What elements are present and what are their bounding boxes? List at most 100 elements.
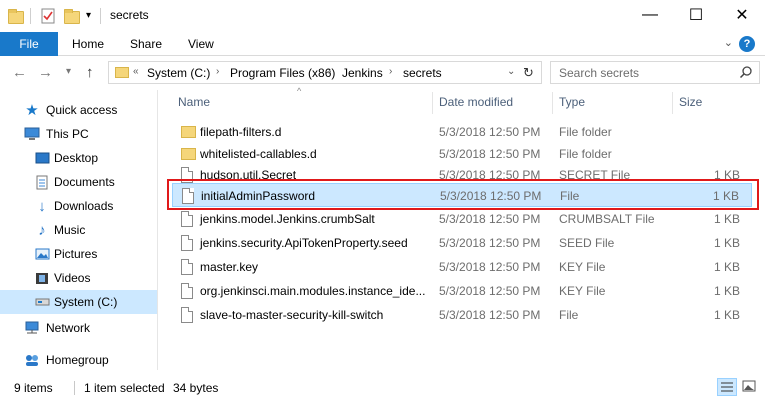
column-header-name[interactable]: Name bbox=[178, 95, 210, 109]
sidebar-item-label: Quick access bbox=[46, 103, 118, 117]
file-type: SEED File bbox=[559, 236, 615, 250]
tab-view[interactable]: View bbox=[188, 37, 214, 51]
file-row-api-token-seed[interactable]: jenkins.security.ApiTokenProperty.seed 5… bbox=[172, 231, 752, 255]
ribbon: File Home Share View ⌄ ? bbox=[0, 32, 765, 56]
address-bar[interactable]: « System (C:) › Program Files (x86) › Je… bbox=[108, 61, 542, 84]
documents-icon bbox=[34, 174, 50, 190]
refresh-icon[interactable]: ↻ bbox=[523, 65, 534, 81]
file-size: 1 KB bbox=[713, 260, 740, 274]
sidebar-item-label: System (C:) bbox=[54, 295, 118, 309]
sidebar-item-downloads[interactable]: ↓ Downloads bbox=[0, 194, 158, 218]
desktop-icon bbox=[34, 150, 50, 166]
tab-file[interactable]: File bbox=[0, 32, 58, 56]
status-item-count: 9 items bbox=[14, 381, 53, 395]
file-row-filepath-filters[interactable]: filepath-filters.d 5/3/2018 12:50 PM Fil… bbox=[172, 120, 752, 144]
up-arrow-icon[interactable]: ↑ bbox=[86, 64, 94, 81]
forward-arrow-icon[interactable]: → bbox=[38, 64, 53, 81]
sidebar-item-desktop[interactable]: Desktop bbox=[0, 146, 158, 170]
folder-icon bbox=[115, 67, 129, 78]
file-name: jenkins.model.Jenkins.crumbSalt bbox=[200, 212, 375, 226]
help-icon[interactable]: ? bbox=[739, 36, 755, 52]
homegroup-icon bbox=[24, 352, 40, 368]
sidebar-item-pictures[interactable]: Pictures bbox=[0, 242, 158, 266]
properties-icon[interactable] bbox=[40, 8, 56, 24]
window-title: secrets bbox=[110, 8, 149, 22]
search-icon[interactable] bbox=[739, 65, 753, 79]
back-arrow-icon[interactable]: ← bbox=[12, 64, 27, 81]
toolbar-divider bbox=[100, 8, 101, 24]
file-row-crumb-salt[interactable]: jenkins.model.Jenkins.crumbSalt 5/3/2018… bbox=[172, 207, 752, 231]
navigation-bar: ← → ▾ ↑ « System (C:) › Program Files (x… bbox=[0, 56, 765, 90]
column-header-type[interactable]: Type bbox=[559, 95, 585, 109]
file-size: 1 KB bbox=[713, 236, 740, 250]
tab-share[interactable]: Share bbox=[130, 37, 162, 51]
sidebar-item-network[interactable]: Network bbox=[0, 316, 158, 340]
new-folder-icon[interactable] bbox=[64, 8, 80, 24]
file-name: org.jenkinsci.main.modules.instance_ide.… bbox=[200, 284, 426, 298]
music-icon: ♪ bbox=[38, 221, 46, 239]
breadcrumb-secrets[interactable]: secrets bbox=[403, 66, 442, 80]
file-type: File folder bbox=[559, 125, 612, 139]
file-date: 5/3/2018 12:50 PM bbox=[439, 236, 541, 250]
breadcrumb-jenkins[interactable]: Jenkins bbox=[342, 66, 383, 80]
maximize-button[interactable]: ☐ bbox=[673, 0, 719, 30]
sidebar-item-music[interactable]: ♪ Music bbox=[0, 218, 158, 242]
file-date: 5/3/2018 12:50 PM bbox=[439, 147, 541, 161]
status-bar: 9 items 1 item selected 34 bytes bbox=[0, 372, 765, 403]
sidebar-item-label: Pictures bbox=[54, 247, 98, 261]
file-row-kill-switch[interactable]: slave-to-master-security-kill-switch 5/3… bbox=[172, 303, 752, 327]
file-size: 1 KB bbox=[713, 308, 740, 322]
sidebar-item-documents[interactable]: Documents bbox=[0, 170, 158, 194]
column-header-date[interactable]: Date modified bbox=[439, 95, 513, 109]
expand-ribbon-icon[interactable]: ⌄ bbox=[724, 36, 733, 49]
drive-icon bbox=[34, 294, 50, 310]
file-name: jenkins.security.ApiTokenProperty.seed bbox=[200, 236, 408, 250]
sidebar-item-homegroup[interactable]: Homegroup bbox=[0, 348, 158, 372]
status-divider bbox=[74, 381, 75, 395]
close-button[interactable]: ✕ bbox=[719, 0, 765, 30]
sidebar-item-label: This PC bbox=[46, 127, 89, 141]
file-name: master.key bbox=[200, 260, 259, 274]
breadcrumb-separator: › bbox=[389, 66, 393, 77]
sidebar-item-label: Documents bbox=[54, 175, 115, 189]
network-icon bbox=[24, 320, 40, 336]
status-selection: 1 item selected bbox=[84, 381, 165, 395]
sidebar-item-quick-access[interactable]: ★ Quick access bbox=[0, 98, 158, 122]
file-name: filepath-filters.d bbox=[200, 125, 282, 139]
computer-icon bbox=[24, 126, 40, 142]
folder-icon bbox=[181, 146, 196, 162]
large-icons-view-button[interactable] bbox=[740, 378, 760, 396]
file-row-master-key[interactable]: master.key 5/3/2018 12:50 PM KEY File 1 … bbox=[172, 255, 752, 279]
file-type: KEY File bbox=[559, 260, 606, 274]
file-type: File bbox=[559, 308, 579, 322]
breadcrumb-overflow[interactable]: « bbox=[133, 66, 139, 77]
file-date: 5/3/2018 12:50 PM bbox=[439, 284, 541, 298]
tab-home[interactable]: Home bbox=[72, 37, 104, 51]
file-list: ^ Name Date modified Type Size filepath-… bbox=[158, 86, 765, 372]
pictures-icon bbox=[34, 246, 50, 262]
file-type: CRUMBSALT File bbox=[559, 212, 655, 226]
breadcrumb-system-c[interactable]: System (C:) bbox=[147, 66, 210, 80]
file-size: 1 KB bbox=[713, 284, 740, 298]
address-history-icon[interactable]: ⌄ bbox=[507, 66, 515, 77]
videos-icon bbox=[34, 270, 50, 286]
folder-icon bbox=[181, 124, 196, 140]
sidebar-item-system-c[interactable]: System (C:) bbox=[0, 290, 158, 314]
breadcrumb-program-files[interactable]: Program Files (x86) bbox=[230, 66, 335, 80]
column-divider[interactable] bbox=[432, 92, 433, 114]
minimize-button[interactable]: — bbox=[627, 0, 673, 30]
sort-ascending-icon: ^ bbox=[297, 86, 302, 96]
details-view-button[interactable] bbox=[717, 378, 737, 396]
column-divider[interactable] bbox=[552, 92, 553, 114]
breadcrumb-separator: › bbox=[216, 66, 220, 77]
search-input[interactable]: Search secrets bbox=[550, 61, 760, 84]
star-icon: ★ bbox=[25, 102, 39, 119]
sidebar-item-label: Downloads bbox=[54, 199, 114, 213]
sidebar-item-videos[interactable]: Videos bbox=[0, 266, 158, 290]
file-row-instance-identity[interactable]: org.jenkinsci.main.modules.instance_ide.… bbox=[172, 279, 752, 303]
recent-locations-icon[interactable]: ▾ bbox=[66, 66, 71, 77]
column-header-size[interactable]: Size bbox=[679, 95, 702, 109]
sidebar-item-this-pc[interactable]: This PC bbox=[0, 122, 158, 146]
column-divider[interactable] bbox=[672, 92, 673, 114]
file-date: 5/3/2018 12:50 PM bbox=[439, 125, 541, 139]
